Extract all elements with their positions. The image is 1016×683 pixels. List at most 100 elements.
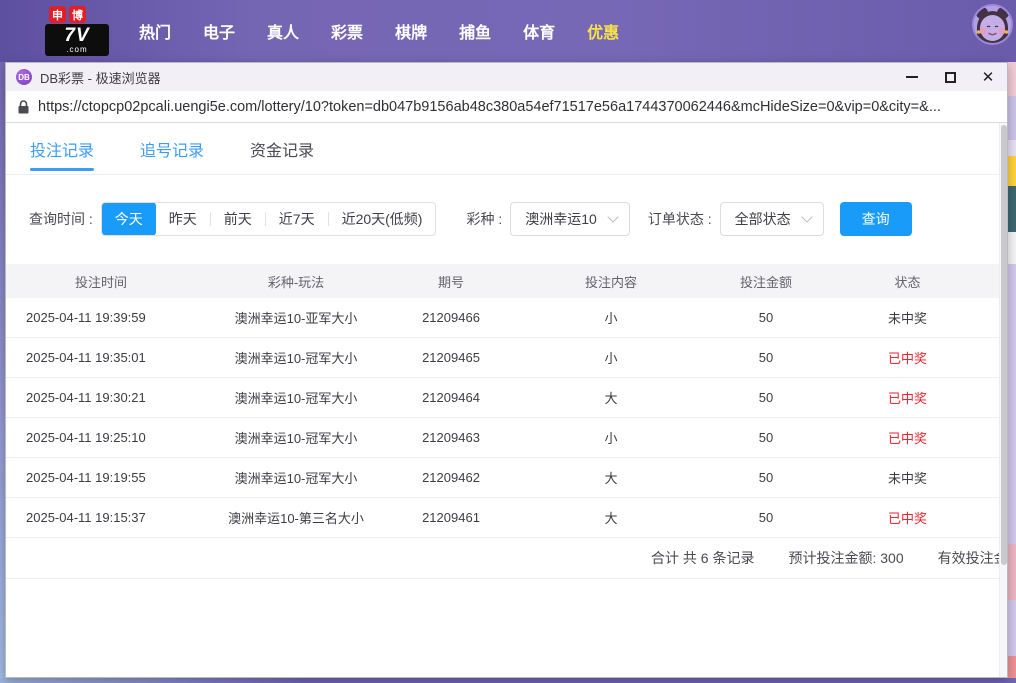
tab-fund-records[interactable]: 资金记录 <box>250 123 314 175</box>
cell-amount: 50 <box>716 470 816 485</box>
lottery-type-select[interactable]: 澳洲幸运10 <box>510 202 630 236</box>
cell-amount: 50 <box>716 350 816 365</box>
col-header-play: 彩种-玩法 <box>196 272 396 291</box>
cell-issue: 21209461 <box>396 510 506 525</box>
nav-item-promo[interactable]: 优惠 <box>587 19 619 43</box>
nav-item-hot[interactable]: 热门 <box>139 19 171 43</box>
summary-total-records: 合计 共 6 条记录 <box>651 548 754 568</box>
window-titlebar[interactable]: DB DB彩票 - 极速浏览器 ✕ <box>6 63 1007 91</box>
order-status-label: 订单状态 : <box>648 209 712 229</box>
cell-issue: 21209466 <box>396 310 506 325</box>
url-text[interactable]: https://ctopcp02pcali.uengi5e.com/lotter… <box>38 99 941 115</box>
logo-badge-2: 博 <box>69 6 86 23</box>
cell-content: 大 <box>506 388 716 407</box>
user-avatar[interactable] <box>972 4 1013 45</box>
time-option-20days[interactable]: 近20天(低频) <box>329 202 436 236</box>
time-option-7days[interactable]: 近7天 <box>266 202 328 236</box>
logo-suffix-text: .com <box>66 45 87 54</box>
cell-time: 2025-04-11 19:15:37 <box>6 510 196 525</box>
order-status-select[interactable]: 全部状态 <box>720 202 824 236</box>
maximize-button[interactable] <box>931 63 969 91</box>
lottery-type-label: 彩种 : <box>466 209 502 229</box>
tab-bet-records[interactable]: 投注记录 <box>30 123 94 175</box>
browser-window: DB DB彩票 - 极速浏览器 ✕ https://ctopcp02pcali.… <box>5 62 1008 678</box>
nav-item-slots[interactable]: 电子 <box>203 19 235 43</box>
col-header-content: 投注内容 <box>506 272 716 291</box>
query-time-label: 查询时间 : <box>29 209 93 229</box>
order-status-value: 全部状态 <box>735 209 791 229</box>
cell-status: 已中奖 <box>816 348 999 367</box>
cell-status: 已中奖 <box>816 388 999 407</box>
col-header-issue: 期号 <box>396 272 506 291</box>
logo-box: 7V .com <box>45 24 109 56</box>
nav-item-sports[interactable]: 体育 <box>523 19 555 43</box>
time-option-yesterday[interactable]: 昨天 <box>156 202 210 236</box>
cell-play: 澳洲幸运10-冠军大小 <box>196 468 396 487</box>
cell-issue: 21209462 <box>396 470 506 485</box>
table-row: 2025-04-11 19:30:21 澳洲幸运10-冠军大小 21209464… <box>6 378 999 418</box>
table-header-row: 投注时间 彩种-玩法 期号 投注内容 投注金额 状态 <box>6 264 999 298</box>
col-header-status: 状态 <box>816 272 999 291</box>
cell-time: 2025-04-11 19:19:55 <box>6 470 196 485</box>
cell-content: 小 <box>506 428 716 447</box>
table-summary-row: 合计 共 6 条记录 预计投注金额: 300 有效投注金 <box>6 538 999 579</box>
cell-play: 澳洲幸运10-亚军大小 <box>196 308 396 327</box>
page-bottom-edge <box>0 678 1016 683</box>
cell-status: 已中奖 <box>816 428 999 447</box>
summary-valid-amount: 有效投注金 <box>938 548 999 568</box>
site-logo[interactable]: 申 博 7V .com <box>45 6 111 56</box>
avatar-illustration <box>974 6 1011 43</box>
tab-chase-records[interactable]: 追号记录 <box>140 123 204 175</box>
cell-time: 2025-04-11 19:39:59 <box>6 310 196 325</box>
col-header-amount: 投注金额 <box>716 272 816 291</box>
window-title: DB彩票 - 极速浏览器 <box>40 68 161 87</box>
cell-issue: 21209465 <box>396 350 506 365</box>
cell-play: 澳洲幸运10-冠军大小 <box>196 388 396 407</box>
scrollbar-thumb[interactable] <box>1001 125 1007 565</box>
record-tabs: 投注记录 追号记录 资金记录 <box>6 123 1007 175</box>
nav-item-board[interactable]: 棋牌 <box>395 19 427 43</box>
cell-amount: 50 <box>716 310 816 325</box>
search-button[interactable]: 查询 <box>840 202 912 236</box>
cell-play: 澳洲幸运10-冠军大小 <box>196 428 396 447</box>
logo-badge-1: 申 <box>49 6 66 23</box>
cell-amount: 50 <box>716 510 816 525</box>
table-row: 2025-04-11 19:35:01 澳洲幸运10-冠军大小 21209465… <box>6 338 999 378</box>
table-row: 2025-04-11 19:39:59 澳洲幸运10-亚军大小 21209466… <box>6 298 999 338</box>
close-icon: ✕ <box>982 70 995 85</box>
table-row: 2025-04-11 19:19:55 澳洲幸运10-冠军大小 21209462… <box>6 458 999 498</box>
nav-item-live[interactable]: 真人 <box>267 19 299 43</box>
time-option-day-before[interactable]: 前天 <box>211 202 265 236</box>
summary-expected-amount: 预计投注金额: 300 <box>788 548 903 568</box>
col-header-time: 投注时间 <box>6 272 196 291</box>
cell-content: 小 <box>506 348 716 367</box>
maximize-icon <box>945 72 956 83</box>
page-content: 投注记录 追号记录 资金记录 查询时间 : 今天 昨天 前天 近7天 近20天(… <box>6 123 1007 677</box>
nav-item-fishing[interactable]: 捕鱼 <box>459 19 491 43</box>
cell-amount: 50 <box>716 430 816 445</box>
filter-bar: 查询时间 : 今天 昨天 前天 近7天 近20天(低频) 彩种 : 澳洲幸运10… <box>6 202 1007 236</box>
vertical-scrollbar[interactable] <box>999 123 1007 677</box>
cell-time: 2025-04-11 19:30:21 <box>6 390 196 405</box>
cell-status: 未中奖 <box>816 308 999 327</box>
lottery-type-value: 澳洲幸运10 <box>525 209 597 229</box>
minimize-button[interactable] <box>893 63 931 91</box>
site-top-nav: 申 博 7V .com 热门 电子 真人 彩票 棋牌 捕鱼 体育 优惠 <box>0 0 1016 62</box>
cell-content: 小 <box>506 308 716 327</box>
logo-main-text: 7V <box>64 27 89 45</box>
chevron-down-icon <box>801 211 812 222</box>
time-option-today[interactable]: 今天 <box>102 202 156 236</box>
address-bar[interactable]: https://ctopcp02pcali.uengi5e.com/lotter… <box>6 91 1007 123</box>
time-range-group: 今天 昨天 前天 近7天 近20天(低频) <box>101 202 437 236</box>
browser-app-icon: DB <box>16 69 32 85</box>
page-right-edge <box>1008 62 1016 678</box>
lock-icon <box>18 100 29 114</box>
cell-time: 2025-04-11 19:35:01 <box>6 350 196 365</box>
table-row: 2025-04-11 19:25:10 澳洲幸运10-冠军大小 21209463… <box>6 418 999 458</box>
nav-item-lottery[interactable]: 彩票 <box>331 19 363 43</box>
bet-records-table: 投注时间 彩种-玩法 期号 投注内容 投注金额 状态 2025-04-11 19… <box>6 264 999 579</box>
cell-play: 澳洲幸运10-冠军大小 <box>196 348 396 367</box>
cell-play: 澳洲幸运10-第三名大小 <box>196 508 396 527</box>
close-button[interactable]: ✕ <box>969 63 1007 91</box>
cell-issue: 21209464 <box>396 390 506 405</box>
